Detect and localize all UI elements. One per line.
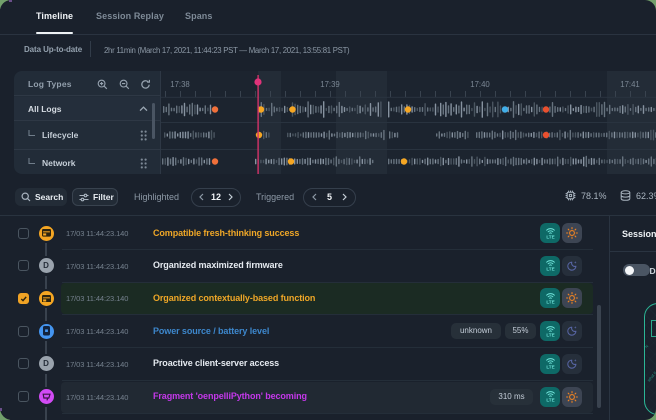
svg-text:17:40: 17:40 <box>470 80 490 89</box>
svg-text:17:39: 17:39 <box>320 80 340 89</box>
svg-text:LTE: LTE <box>546 332 554 337</box>
svg-text:LTE: LTE <box>546 234 554 239</box>
svg-text:LTE: LTE <box>546 299 554 304</box>
svg-text:LTE: LTE <box>546 398 554 403</box>
svg-text:17:38: 17:38 <box>170 80 190 89</box>
svg-text:LTE: LTE <box>546 365 554 370</box>
svg-text:LTE: LTE <box>546 267 554 272</box>
svg-text:17:41: 17:41 <box>620 80 640 89</box>
